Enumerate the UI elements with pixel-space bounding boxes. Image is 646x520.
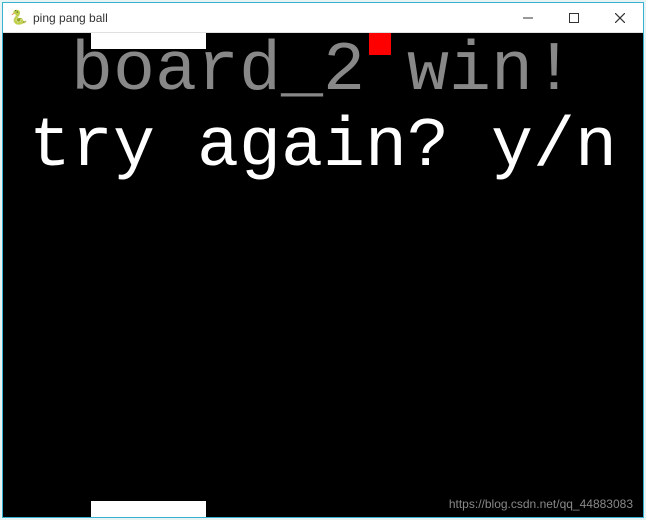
maximize-button[interactable]	[551, 3, 597, 32]
app-icon: 🐍	[11, 10, 27, 26]
paddle-bottom	[91, 501, 206, 517]
titlebar[interactable]: 🐍 ping pang ball	[3, 3, 643, 33]
prompt-message: try again? y/n	[3, 113, 643, 183]
window-controls	[505, 3, 643, 32]
close-button[interactable]	[597, 3, 643, 32]
game-canvas[interactable]: board_2 win! try again? y/n https://blog…	[3, 33, 643, 517]
win-message: board_2 win!	[3, 37, 643, 107]
minimize-button[interactable]	[505, 3, 551, 32]
window-title: ping pang ball	[33, 11, 505, 25]
watermark-text: https://blog.csdn.net/qq_44883083	[449, 497, 633, 511]
application-window: 🐍 ping pang ball board_2 win! try again?…	[2, 2, 644, 518]
